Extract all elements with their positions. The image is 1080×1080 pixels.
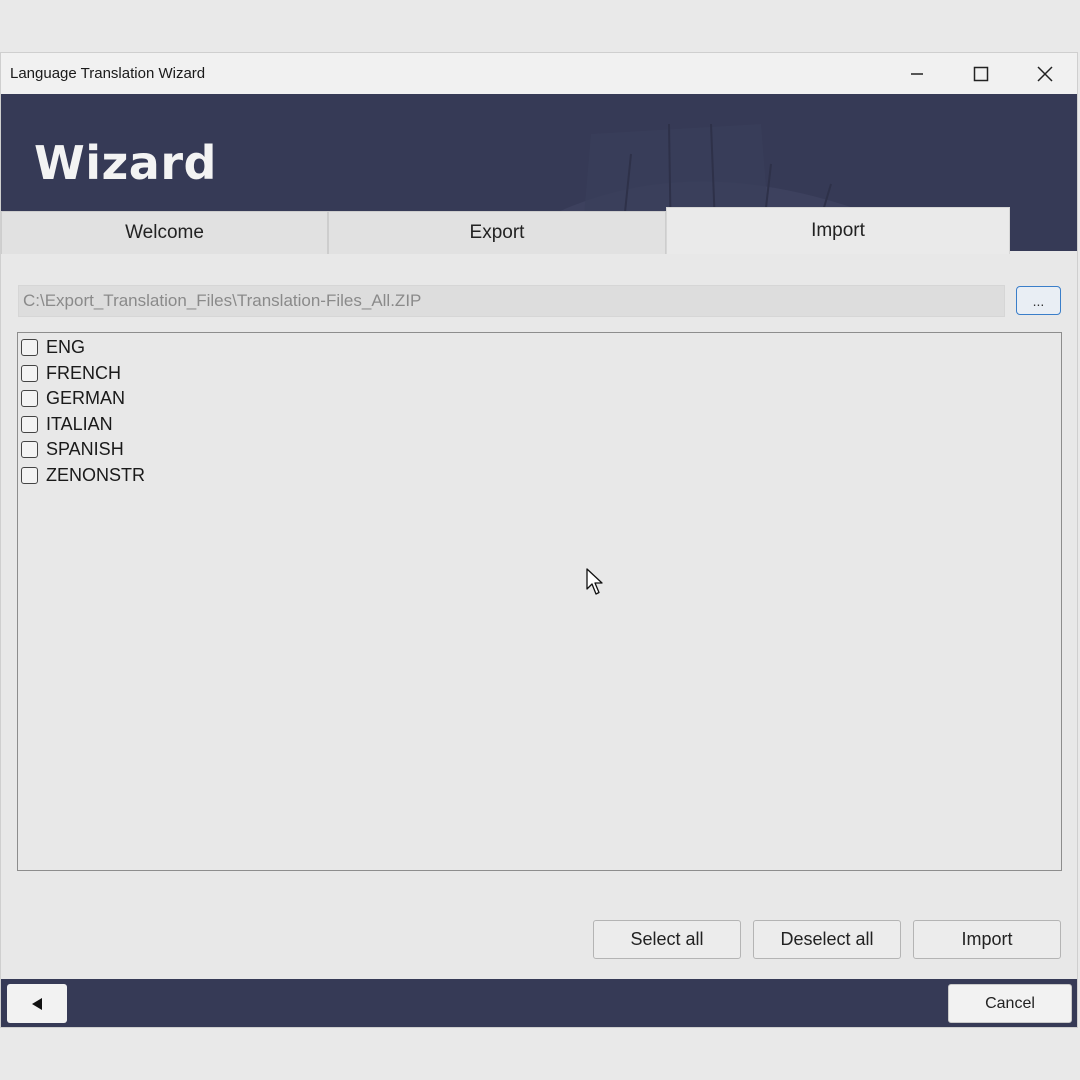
header-title: Wizard [34,136,217,190]
tab-label: Welcome [125,222,204,243]
checkbox[interactable] [21,364,38,382]
language-list[interactable]: ENG FRENCH GERMAN ITALIAN SPANISH ZENONS… [17,332,1062,871]
window-title: Language Translation Wizard [10,65,206,82]
checkbox[interactable] [21,441,38,459]
list-item[interactable]: FRENCH [18,361,1061,387]
import-panel: C:\Export_Translation_Files\Translation-… [1,254,1077,979]
browse-button[interactable]: ... [1016,286,1061,315]
close-icon [1037,65,1053,82]
close-button[interactable] [1013,53,1077,94]
list-item[interactable]: ZENONSTR [18,463,1061,489]
list-item[interactable]: GERMAN [18,386,1061,412]
mouse-cursor-icon [586,568,603,595]
checkbox[interactable] [21,415,38,433]
file-path-field[interactable]: C:\Export_Translation_Files\Translation-… [18,285,1005,317]
language-label: FRENCH [46,362,121,383]
wizard-footer: Cancel [1,979,1077,1027]
list-item[interactable]: ENG [18,335,1061,361]
import-button[interactable]: Import [913,920,1061,959]
deselect-all-button[interactable]: Deselect all [753,920,901,959]
checkbox[interactable] [21,339,38,357]
tab-welcome[interactable]: Welcome [1,211,328,254]
checkbox[interactable] [21,390,38,408]
language-label: ITALIAN [46,413,113,434]
list-item[interactable]: SPANISH [18,437,1061,463]
maximize-icon [973,66,989,81]
cancel-button[interactable]: Cancel [948,984,1072,1023]
language-label: SPANISH [46,439,124,460]
tab-label: Import [811,220,865,241]
language-label: ENG [46,337,86,358]
minimize-button[interactable] [885,53,949,94]
select-all-button[interactable]: Select all [593,920,741,959]
language-label: ZENONSTR [46,464,145,485]
tab-strip: Welcome Export Import [1,207,1011,254]
tab-export[interactable]: Export [328,211,666,254]
language-label: GERMAN [46,388,126,409]
minimize-icon [911,72,923,75]
maximize-button[interactable] [949,53,1013,94]
back-button[interactable] [7,984,67,1023]
checkbox[interactable] [21,466,38,484]
title-bar: Language Translation Wizard [1,53,1077,94]
triangle-left-icon [32,997,42,1010]
tab-label: Export [469,222,525,243]
tab-import[interactable]: Import [666,207,1010,254]
wizard-window: Language Translation Wizard Wizard Welco… [0,52,1078,1028]
list-item[interactable]: ITALIAN [18,412,1061,438]
